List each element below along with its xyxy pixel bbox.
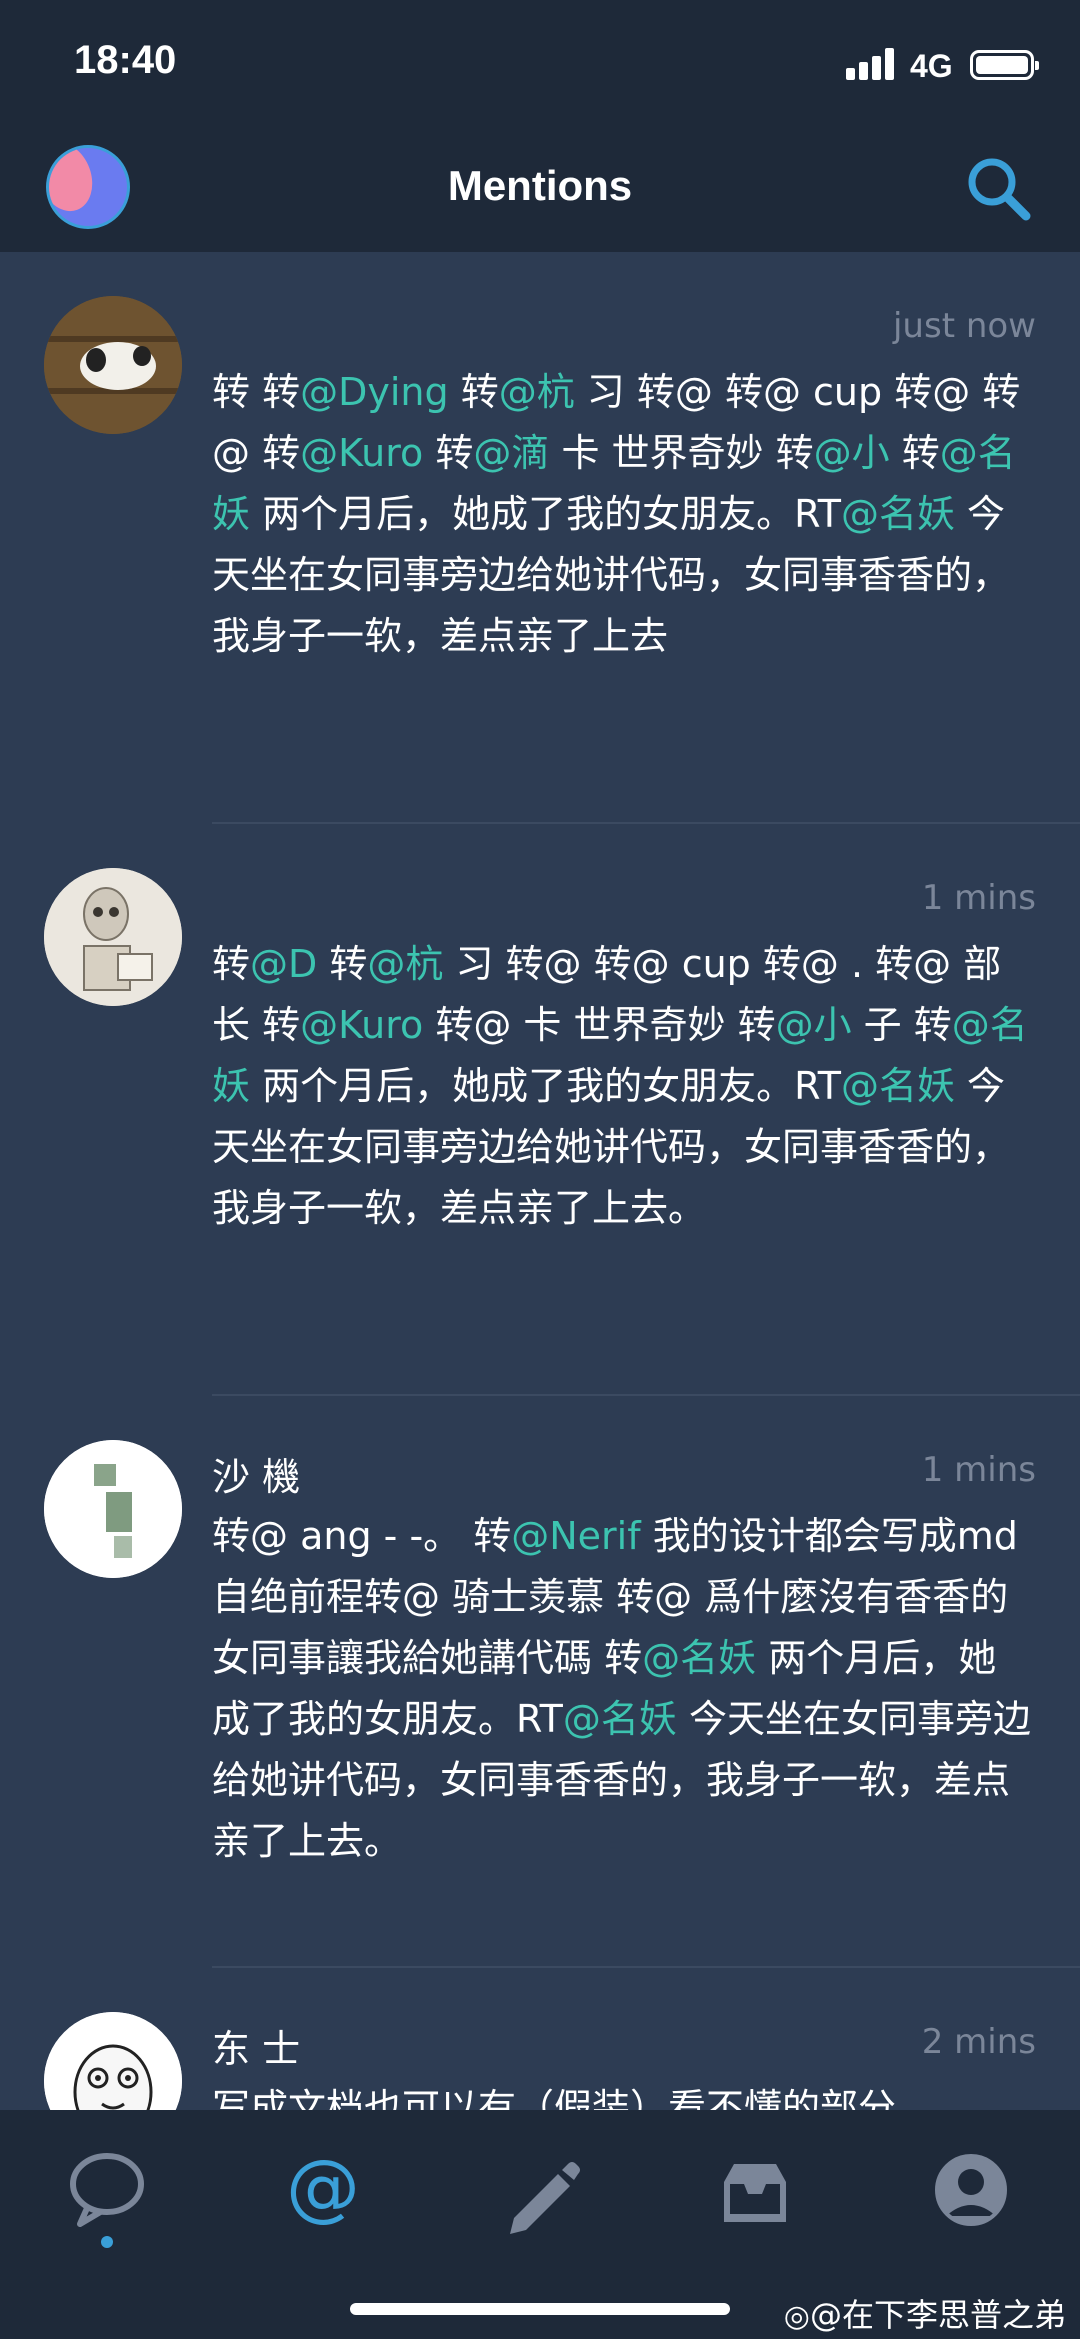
mention-link[interactable]: @名妖: [841, 1064, 955, 1108]
mention-link[interactable]: @杭: [499, 370, 575, 414]
battery-icon: [970, 50, 1039, 80]
tweet-time: just now: [892, 306, 1036, 346]
tweet-text: 转@D 转@杭 习 转@ 转@ cup 转@ . 转@ 部长 转@Kuro 转@…: [212, 942, 1028, 1230]
status-time: 18:40: [74, 38, 177, 82]
tab-profile[interactable]: [916, 2138, 1026, 2248]
tweet-text: 转@ ang - -。 转@Nerif 我的设计都会写成md 自绝前程转@ 骑士…: [212, 1514, 1031, 1863]
weibo-icon: ◎: [783, 2299, 810, 2334]
tweet-time: 2 mins: [921, 2022, 1036, 2062]
tweet-item[interactable]: 沙 機 1 mins 转@ ang - -。 转@Nerif 我的设计都会写成m…: [0, 1396, 1080, 1968]
pencil-icon: [510, 2162, 580, 2234]
tab-compose[interactable]: [484, 2138, 594, 2248]
tab-mentions[interactable]: @: [268, 2138, 378, 2248]
avatar[interactable]: [44, 868, 182, 1006]
tweet-item[interactable]: just now 转 转@Dying 转@杭 习 转@ 转@ cup 转@ 转@…: [0, 252, 1080, 824]
tweet-text: 转 转@Dying 转@杭 习 转@ 转@ cup 转@ 转@ 转@Kuro 转…: [212, 370, 1021, 658]
mention-link[interactable]: @滴: [473, 431, 549, 475]
profile-icon: [935, 2154, 1007, 2226]
mention-link[interactable]: @Nerif: [511, 1514, 640, 1558]
page-title: Mentions: [447, 162, 633, 209]
tweet-item[interactable]: 1 mins 转@D 转@杭 习 转@ 转@ cup 转@ . 转@ 部长 转@…: [0, 824, 1080, 1396]
mention-link[interactable]: @Kuro: [300, 1003, 423, 1047]
mentions-feed[interactable]: just now 转 转@Dying 转@杭 习 转@ 转@ cup 转@ 转@…: [0, 252, 1080, 2110]
svg-text:@: @: [286, 2144, 360, 2230]
signal-icon: [846, 48, 896, 80]
search-icon: [968, 158, 1031, 221]
mention-link[interactable]: @名妖: [841, 492, 955, 536]
tweet-time: 1 mins: [921, 878, 1036, 918]
author-name[interactable]: 东 士: [212, 2018, 300, 2073]
mention-link[interactable]: @杭: [367, 942, 443, 986]
avatar[interactable]: [44, 1440, 182, 1578]
mention-link[interactable]: @小: [776, 1003, 852, 1047]
tab-timeline[interactable]: [52, 2138, 162, 2248]
watermark: ◎@在下李思普之弟: [784, 2290, 1066, 2336]
top-bar: 18:40 4G Mentions: [0, 0, 1080, 252]
mention-link[interactable]: @小: [814, 431, 890, 475]
speech-bubble-icon: [70, 2153, 144, 2248]
mention-link[interactable]: @Kuro: [300, 431, 423, 475]
search-button[interactable]: [962, 152, 1034, 224]
mention-link[interactable]: @名妖: [563, 1697, 677, 1741]
tweet-text: 写成文档也可以有（假装）看不懂的部分: [212, 2086, 897, 2110]
mention-link[interactable]: @D: [250, 942, 317, 986]
at-sign-icon: @: [286, 2144, 360, 2230]
inbox-icon: [724, 2164, 786, 2222]
author-name[interactable]: 沙 機: [212, 1446, 300, 1501]
watermark-text: @在下李思普之弟: [809, 2296, 1066, 2334]
mention-link[interactable]: @名妖: [642, 1636, 756, 1680]
home-indicator[interactable]: [350, 2303, 730, 2315]
mention-link[interactable]: @Dying: [300, 370, 449, 414]
avatar[interactable]: [44, 296, 182, 434]
tweet-item[interactable]: 东 士 2 mins 写成文档也可以有（假装）看不懂的部分: [0, 1968, 1080, 2110]
tab-messages[interactable]: [700, 2138, 810, 2248]
tweet-time: 1 mins: [921, 1450, 1036, 1490]
network-type: 4G: [910, 48, 953, 84]
avatar[interactable]: [44, 2012, 182, 2110]
